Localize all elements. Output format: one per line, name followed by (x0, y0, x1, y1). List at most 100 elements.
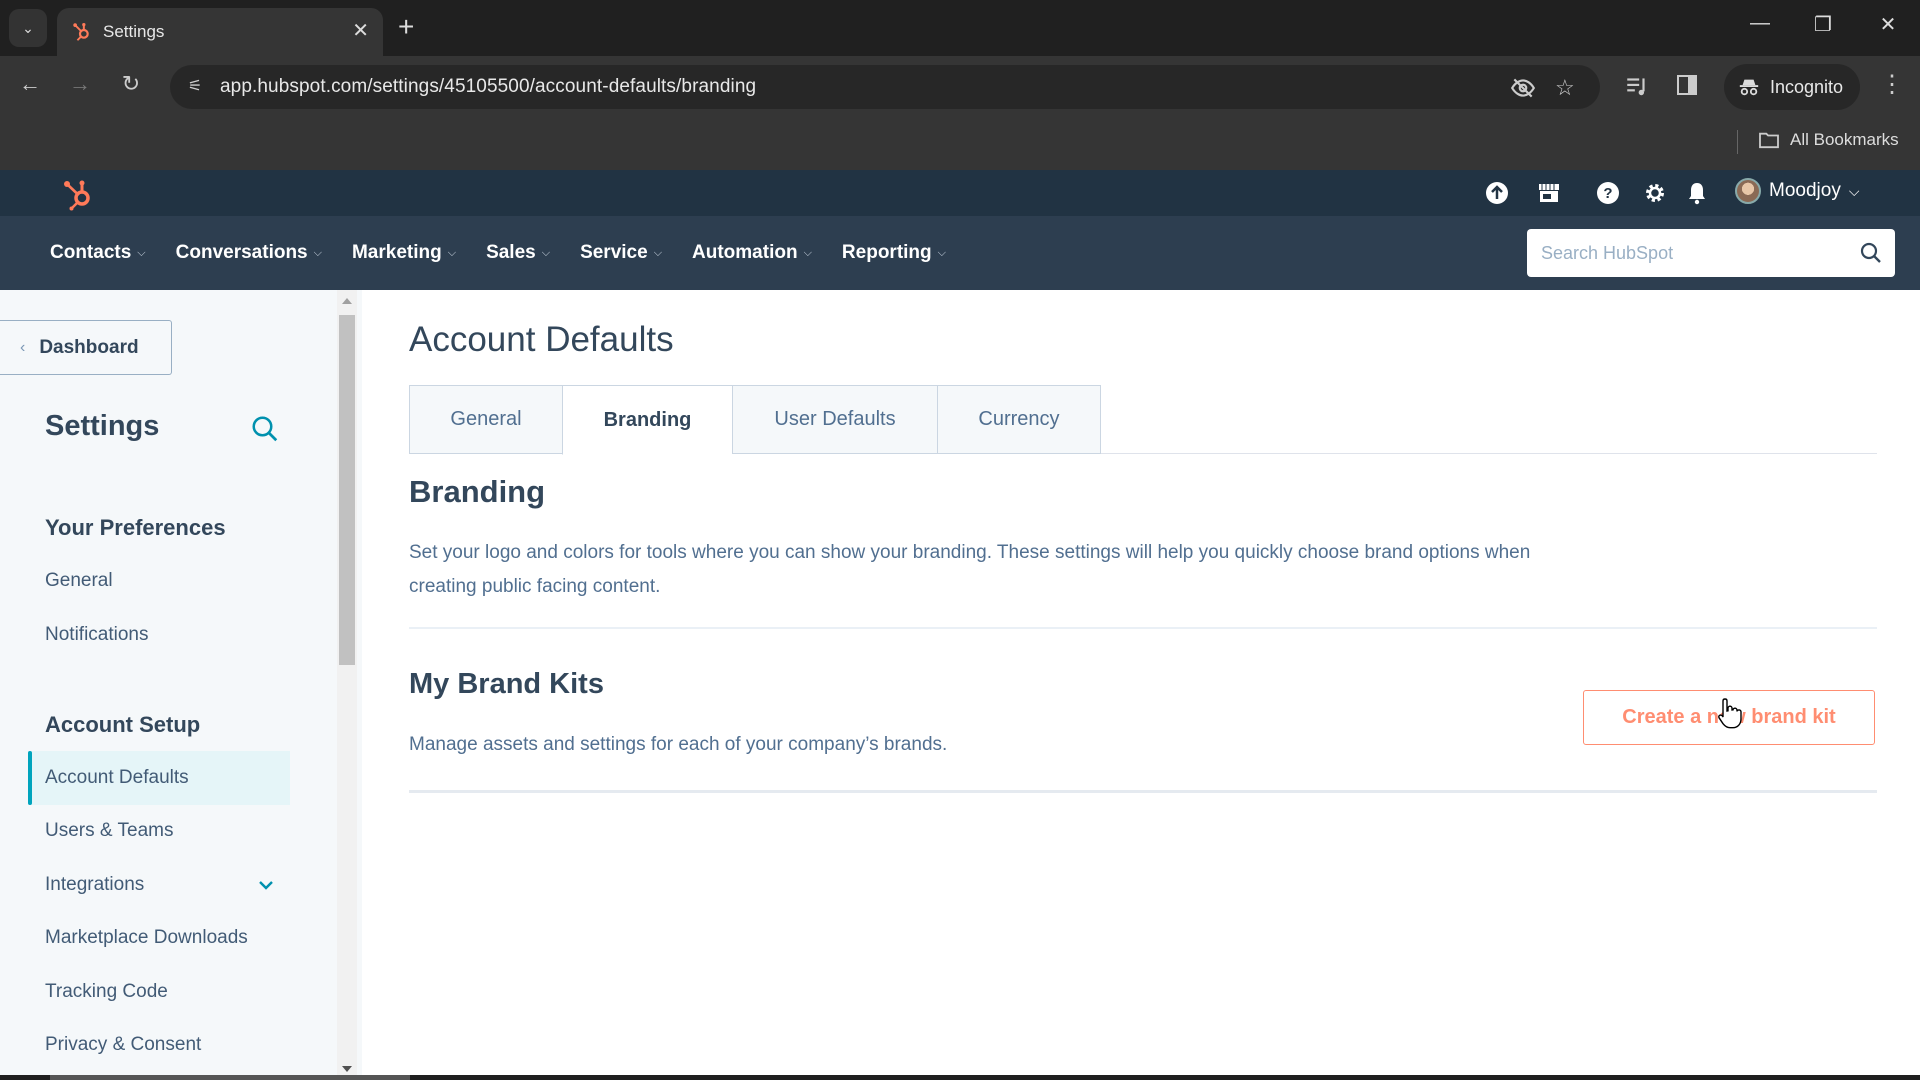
close-tab-icon[interactable]: ✕ (352, 20, 369, 42)
chevron-down-icon: ⌵ (313, 246, 322, 259)
nav-label: Service (580, 242, 648, 263)
sidebar-item-account-defaults[interactable]: Account Defaults (28, 751, 290, 805)
nav-label: Conversations (175, 242, 308, 263)
site-info-icon[interactable]: ⚟ (182, 74, 208, 100)
sidebar-item-marketplace-downloads[interactable]: Marketplace Downloads (28, 911, 290, 965)
taskbar-edge (0, 1075, 1920, 1080)
account-menu[interactable]: Moodjoy ⌵ (1735, 178, 1859, 204)
nav-label: Automation (692, 242, 798, 263)
hand-pointer-cursor-icon (1718, 698, 1742, 729)
nav-service[interactable]: Service ⌵ (580, 242, 662, 264)
forward-icon[interactable]: → (64, 71, 96, 97)
tab-general[interactable]: General (409, 385, 562, 454)
chevron-down-icon: ⌵ (937, 246, 946, 259)
settings-search-icon[interactable] (250, 414, 280, 444)
account-name: Moodjoy (1769, 180, 1841, 201)
scroll-down-arrow-icon[interactable] (342, 1066, 352, 1072)
nav-contacts[interactable]: Contacts ⌵ (50, 242, 146, 264)
main-content: Account Defaults General Branding User D… (362, 290, 1920, 1080)
url-text[interactable]: app.hubspot.com/settings/45105500/accoun… (220, 76, 756, 98)
settings-sidebar: ‹ Dashboard Settings Your Preferences Ge… (0, 290, 362, 1080)
all-bookmarks-button[interactable]: All Bookmarks (1758, 130, 1899, 150)
account-defaults-tabs: General Branding User Defaults Currency (409, 385, 1877, 455)
hubspot-favicon-icon (73, 23, 89, 41)
sidebar-item-label: Integrations (45, 874, 145, 895)
branding-description-line1: Set your logo and colors for tools where… (409, 542, 1531, 563)
chevron-down-icon[interactable] (256, 875, 276, 895)
tab-search-button[interactable]: ⌄ (9, 9, 47, 47)
chevron-down-icon: ⌄ (22, 19, 34, 36)
back-label: Dashboard (39, 336, 139, 358)
address-bar[interactable]: ⚟ app.hubspot.com/settings/45105500/acco… (170, 65, 1600, 109)
sidebar-item-label: General (45, 570, 113, 591)
section-divider (409, 627, 1877, 629)
restore-icon[interactable]: ❐ (1803, 12, 1843, 37)
sidebar-item-notifications[interactable]: Notifications (28, 608, 290, 662)
tab-user-defaults[interactable]: User Defaults (732, 385, 937, 454)
page-title: Account Defaults (409, 320, 674, 359)
hubspot-search-input[interactable] (1527, 229, 1847, 277)
sidebar-item-integrations[interactable]: Integrations (28, 858, 290, 912)
chevron-down-icon: ⌵ (1848, 182, 1860, 199)
new-tab-button[interactable]: + (398, 12, 414, 42)
reload-icon[interactable]: ↻ (115, 71, 147, 97)
nav-reporting[interactable]: Reporting ⌵ (842, 242, 946, 264)
notifications-bell-icon[interactable] (1683, 179, 1711, 207)
eye-off-icon[interactable] (1510, 75, 1536, 101)
nav-sales[interactable]: Sales ⌵ (486, 242, 550, 264)
marketplace-icon[interactable] (1535, 179, 1563, 207)
taskbar-segment (50, 1075, 410, 1080)
sidebar-item-tracking-code[interactable]: Tracking Code (28, 965, 290, 1019)
help-icon[interactable]: ? (1594, 179, 1622, 207)
sidebar-item-label: Account Defaults (45, 767, 189, 788)
browser-tab-settings[interactable]: Settings ✕ (57, 8, 383, 56)
chevron-down-icon: ⌵ (653, 246, 663, 259)
side-panel-icon[interactable] (1675, 73, 1699, 97)
sidebar-item-privacy-consent[interactable]: Privacy & Consent (28, 1018, 290, 1072)
media-queue-icon[interactable] (1624, 73, 1650, 99)
chevron-down-icon: ⌵ (541, 246, 551, 259)
folder-icon (1759, 132, 1779, 149)
settings-gear-icon[interactable] (1641, 179, 1669, 207)
chevron-left-icon: ‹ (20, 338, 26, 356)
hubspot-logo-icon[interactable] (58, 174, 98, 214)
nav-automation[interactable]: Automation ⌵ (692, 242, 812, 264)
brand-kits-heading: My Brand Kits (409, 668, 604, 700)
nav-label: Reporting (841, 242, 932, 263)
scrollbar-thumb[interactable] (339, 315, 355, 665)
close-window-icon[interactable]: ✕ (1868, 12, 1908, 37)
nav-marketing[interactable]: Marketing ⌵ (352, 242, 456, 264)
nav-conversations[interactable]: Conversations ⌵ (176, 242, 322, 264)
bookmark-star-icon[interactable]: ☆ (1555, 75, 1575, 101)
tab-branding[interactable]: Branding (562, 385, 732, 455)
browser-menu-icon[interactable]: ⋮ (1880, 70, 1904, 99)
section-account-setup: Account Setup (45, 712, 201, 737)
back-icon[interactable]: ← (14, 71, 46, 97)
tab-label: User Defaults (774, 408, 896, 430)
sidebar-item-general[interactable]: General (28, 554, 290, 608)
tab-label: General (450, 408, 522, 430)
incognito-icon (1739, 79, 1759, 96)
hubspot-top-bar: ? Moodjoy ⌵ (0, 170, 1920, 216)
search-icon[interactable] (1859, 241, 1883, 265)
upgrade-icon[interactable] (1483, 179, 1511, 207)
browser-tab-strip: ⌄ Settings ✕ + — ❐ ✕ (0, 0, 1920, 56)
incognito-badge[interactable]: Incognito (1724, 64, 1860, 110)
chevron-down-icon: ⌵ (803, 246, 812, 259)
sidebar-scrollbar[interactable] (337, 290, 357, 1080)
sidebar-item-label: Tracking Code (45, 981, 168, 1002)
sidebar-item-label: Marketplace Downloads (45, 927, 248, 948)
nav-label: Sales (486, 242, 536, 263)
sidebar-item-label: Notifications (45, 624, 149, 645)
minimize-icon[interactable]: — (1740, 12, 1780, 35)
scroll-up-arrow-icon[interactable] (342, 298, 352, 304)
sidebar-item-users-teams[interactable]: Users & Teams (28, 804, 290, 858)
tab-currency[interactable]: Currency (937, 385, 1101, 454)
branding-description: Set your logo and colors for tools where… (409, 536, 1530, 604)
sidebar-title: Settings (45, 410, 160, 442)
browser-toolbar: ← → ↻ ⚟ app.hubspot.com/settings/4510550… (0, 56, 1920, 118)
branding-description-line2: creating public facing content. (409, 576, 661, 597)
tab-label: Branding (603, 408, 692, 431)
incognito-label: Incognito (1770, 76, 1844, 97)
back-to-dashboard-button[interactable]: ‹ Dashboard (0, 320, 172, 375)
